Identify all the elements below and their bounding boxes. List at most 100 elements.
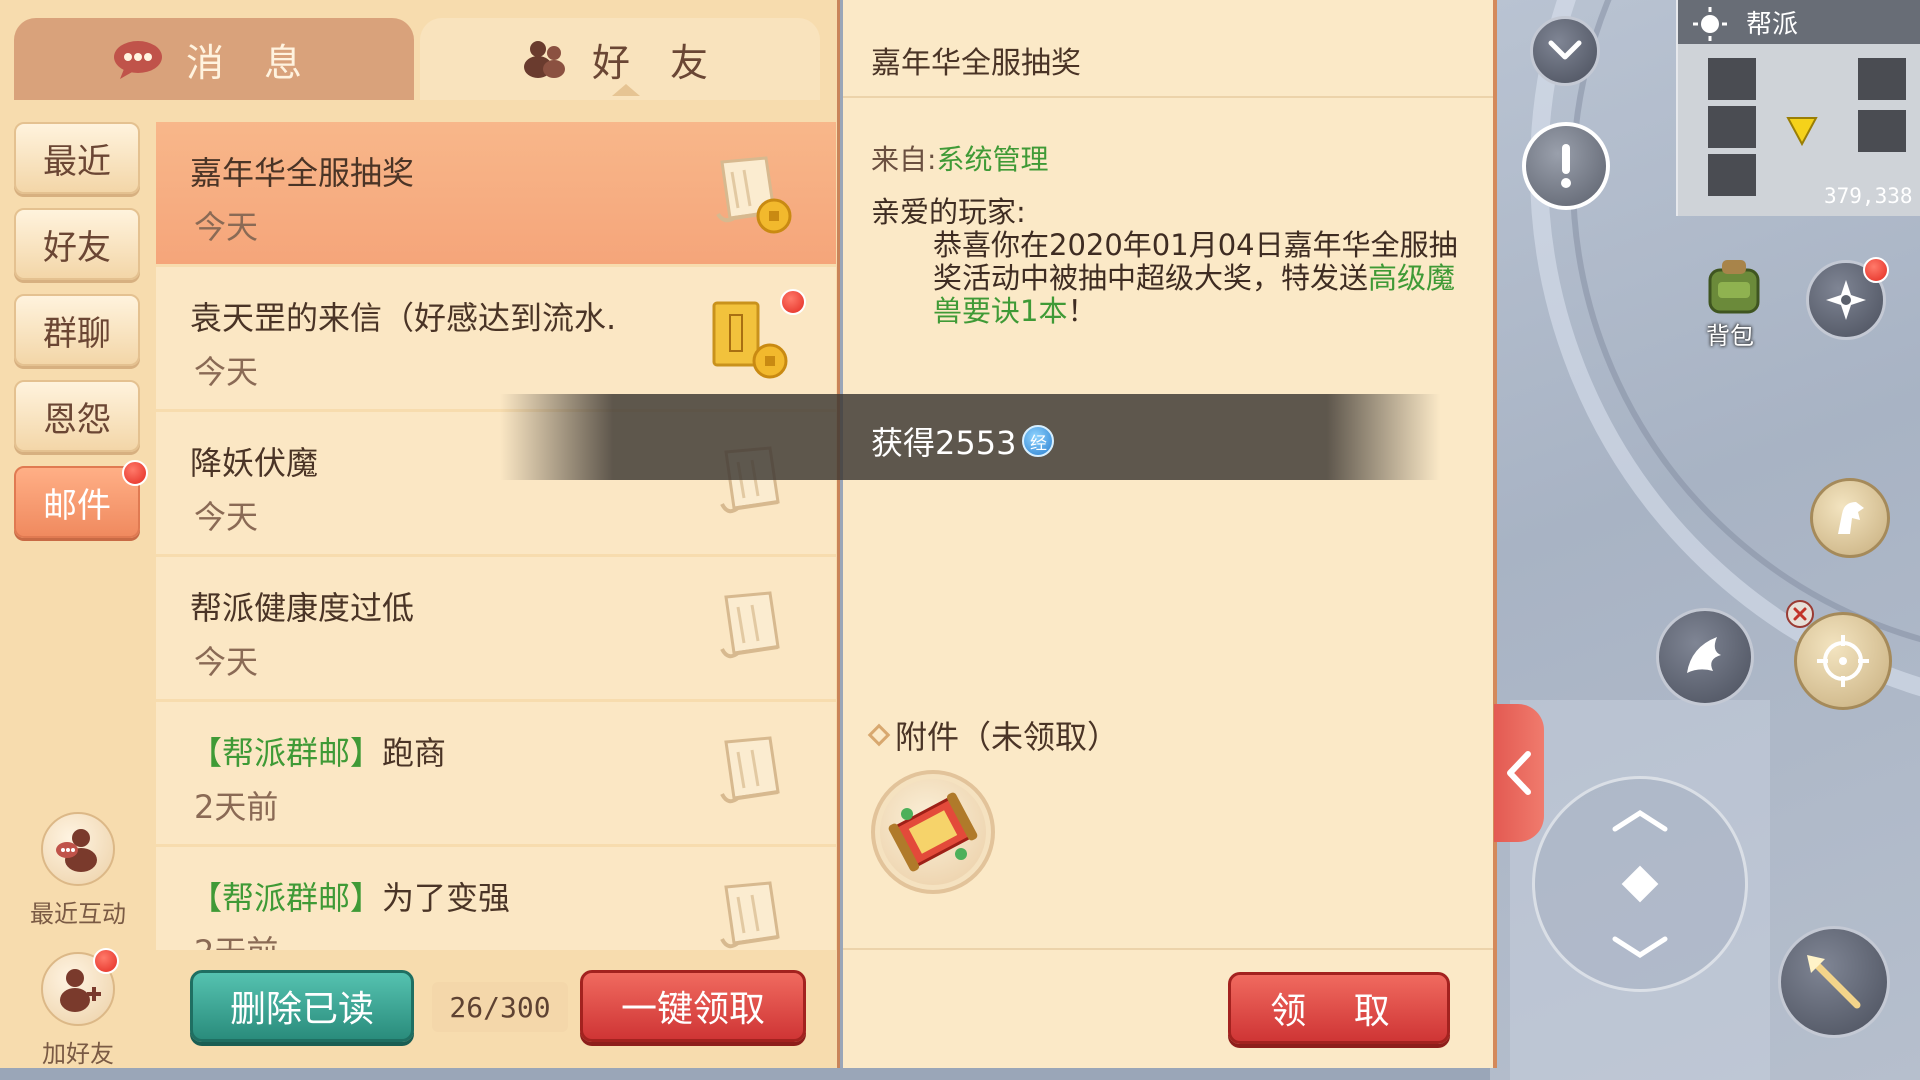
mail-item-date: 今天 [194,643,259,681]
map-building [1708,154,1756,196]
minimap[interactable]: 帮派 379,338 [1676,0,1920,216]
mail-item-title-text: 跑商 [382,734,447,772]
mail-item[interactable]: 嘉年华全服抽奖 今天 [156,122,836,264]
mail-item-title-text: 袁天罡的来信（好感达到流水. [190,299,617,337]
map-building [1708,106,1756,148]
mail-detail-panel: 嘉年华全服抽奖 来自:系统管理 亲爱的玩家: 恭喜你在2020年01月04日嘉年… [843,0,1497,1068]
joystick-arrows-icon [1612,810,1668,958]
close-icon [1793,607,1807,621]
side-nav: 最近 好友 群聊 恩怨 邮件 [14,122,148,552]
nav-friends[interactable]: 好友 [14,208,140,280]
recent-interaction-label: 最近互动 [30,900,126,928]
alert-button[interactable] [1522,122,1610,210]
attack-button[interactable] [1778,926,1890,1038]
map-building [1858,110,1906,152]
mail-item-title-text: 嘉年华全服抽奖 [190,154,415,192]
mail-item-title: 【帮派群邮】跑商 [190,728,690,774]
target-lock-button[interactable] [1794,612,1892,710]
sender-label: 来自: [871,143,937,176]
mail-count: 26/300 [432,982,568,1032]
add-friend-button[interactable]: 加好友 [18,948,138,1069]
skill-book-scroll-icon [888,792,978,872]
mail-item-title-text: 降妖伏魔 [190,444,319,482]
mail-greeting: 亲爱的玩家: [871,195,1026,229]
exclamation-icon [1561,144,1571,188]
player-marker-icon [1786,117,1818,147]
diamond-icon [867,723,891,747]
mail-item-date: 2天前 [194,927,278,950]
map-building [1858,58,1906,100]
friends-icon [518,39,570,79]
mail-item-title-text: 为了变强 [382,879,511,917]
mail-item-title: 袁天罡的来信（好感达到流水. [190,293,690,339]
experience-icon: 经 [1022,425,1055,457]
nav-group-chat-label: 群聊 [43,313,111,354]
add-friend-label: 加好友 [42,1040,114,1068]
tab-friends[interactable]: 好 友 [420,18,820,100]
mail-item[interactable]: 【帮派群邮】为了变强 2天前 [156,847,836,950]
mail-item[interactable]: 帮派健康度过低 今天 [156,557,836,699]
camera-joystick[interactable] [1532,776,1748,992]
nav-group-chat[interactable]: 群聊 [14,294,140,366]
mail-item-date: 今天 [194,498,259,536]
tab-friends-label: 好 友 [591,40,723,85]
tab-messages[interactable]: 消 息 [14,18,414,100]
claim-all-button[interactable]: 一键领取 [580,970,806,1042]
chat-bubble-icon [112,39,164,79]
unread-dot [780,289,806,315]
mail-item-title: 【帮派群邮】为了变强 [190,873,690,919]
notification-dot [1863,257,1889,283]
scroll-coin-icon [716,156,792,234]
nav-mail-label: 邮件 [43,485,111,526]
mail-item[interactable]: 【帮派群邮】跑商 2天前 [156,702,836,844]
spear-icon [1807,955,1861,1009]
nav-recent[interactable]: 最近 [14,122,140,194]
mail-item-tag: 【帮派群邮】 [190,734,383,772]
mail-item-date: 今天 [194,208,259,246]
sun-icon [1693,7,1727,41]
mail-bottom-bar: 删除已读 26/300 一键领取 [156,962,836,1062]
scroll-icon [720,881,780,949]
mail-body: 亲爱的玩家: 恭喜你在2020年01月04日嘉年华全服抽奖活动中被抽中超级大奖，… [871,196,1471,328]
nav-mail[interactable]: 邮件 [14,460,148,538]
claim-button[interactable]: 领 取 [1228,972,1450,1044]
mail-item-date: 2天前 [194,788,279,826]
chevron-left-icon [1507,751,1531,795]
scroll-icon [720,736,780,804]
mail-item-tag: 【帮派群邮】 [190,879,383,917]
nav-grudges[interactable]: 恩怨 [14,380,140,452]
nav-grudges-label: 恩怨 [43,399,111,440]
recent-interaction-button[interactable]: 最近互动 [18,812,138,929]
backpack-label: 背包 [1706,322,1754,350]
mail-body-paragraph: 恭喜你在2020年01月04日嘉年华全服抽奖活动中被抽中超级大奖，特发送高级魔兽… [871,229,1471,328]
recent-interaction-icon [41,812,115,886]
tab-messages-label: 消 息 [185,40,317,85]
top-tabs: 消 息 好 友 [14,18,824,100]
divider [843,96,1493,98]
attachment-item[interactable] [871,770,995,894]
horse-icon [1838,502,1864,534]
mail-detail-title: 嘉年华全服抽奖 [871,46,1081,81]
notification-dot [93,948,119,974]
toast-text: 获得2553 [871,424,1017,462]
tab-active-caret [612,84,640,96]
divider [843,948,1493,950]
mail-body-end: ！ [1067,294,1097,328]
expand-menu-button[interactable] [1530,16,1600,86]
mount-button[interactable] [1810,478,1890,558]
nav-recent-label: 最近 [43,141,111,182]
mail-item[interactable]: 袁天罡的来信（好感达到流水. 今天 [156,267,836,409]
minimap-coordinates: 379,338 [1824,184,1913,208]
mail-item-title: 嘉年华全服抽奖 [190,148,690,194]
backpack-button[interactable] [1700,252,1768,320]
chevron-down-icon [1548,40,1582,60]
skills-menu-button[interactable] [1806,257,1889,340]
scroll-icon [720,591,780,659]
wing-icon [1687,637,1721,673]
delete-read-button[interactable]: 删除已读 [190,970,414,1042]
dodge-skill-button[interactable] [1656,608,1754,706]
minimap-title-text: 帮派 [1746,9,1799,40]
map-building [1708,58,1756,100]
add-friend-icon [41,948,119,1026]
mail-sender: 来自:系统管理 [871,138,1048,178]
